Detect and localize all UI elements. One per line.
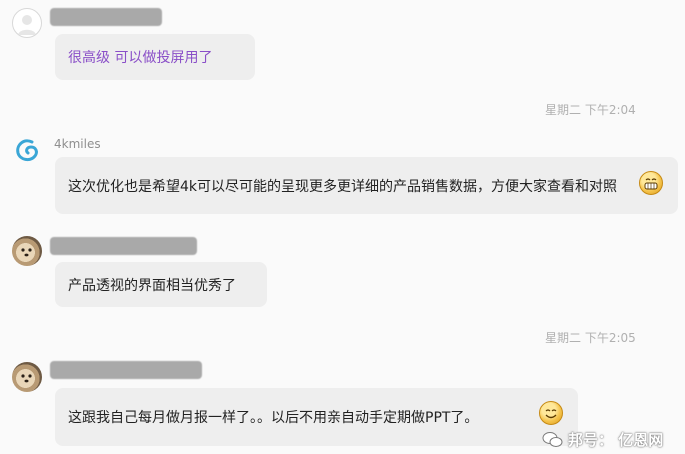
- message-bubble: 产品透视的界面相当优秀了: [55, 262, 267, 307]
- message-text: 这次优化也是希望4k可以尽可能的呈现更多更详细的产品销售数据，方便大家查看和对照: [68, 178, 618, 195]
- sender-name: 4kmiles: [54, 137, 101, 151]
- message-text: 很高级 可以做投屏用了: [68, 50, 213, 66]
- smile-emoji-icon: [539, 401, 563, 425]
- avatar[interactable]: [12, 8, 42, 38]
- message-text: 这跟我自己每月做月报一样了。。以后不用亲自动手定期做PPT了。: [68, 410, 479, 426]
- timestamp: 星期二 下午2:04: [545, 103, 636, 117]
- message-bubble: 这跟我自己每月做月报一样了。。以后不用亲自动手定期做PPT了。: [55, 388, 578, 446]
- dog-avatar-icon: [21, 374, 32, 383]
- message-text: 产品透视的界面相当优秀了: [68, 277, 236, 294]
- swirl-logo-icon: [16, 139, 38, 162]
- dog-avatar-icon: [21, 248, 32, 257]
- sender-name-redacted: [50, 237, 197, 255]
- avatar-placeholder-icon: [18, 15, 36, 35]
- message-bubble: 很高级 可以做投屏用了: [55, 34, 255, 80]
- watermark-text: 邦号： 亿恩网: [568, 431, 664, 449]
- avatar[interactable]: [12, 362, 42, 392]
- sender-name-redacted: [50, 361, 202, 379]
- avatar[interactable]: [12, 236, 42, 266]
- sender-name-redacted: [50, 8, 162, 26]
- message-bubble: 这次优化也是希望4k可以尽可能的呈现更多更详细的产品销售数据，方便大家查看和对照: [55, 157, 678, 214]
- wechat-icon: [542, 431, 563, 447]
- avatar[interactable]: [12, 135, 42, 165]
- watermark: 邦号： 亿恩网: [542, 429, 663, 450]
- timestamp: 星期二 下午2:05: [545, 331, 636, 345]
- grin-emoji-icon: [639, 171, 663, 195]
